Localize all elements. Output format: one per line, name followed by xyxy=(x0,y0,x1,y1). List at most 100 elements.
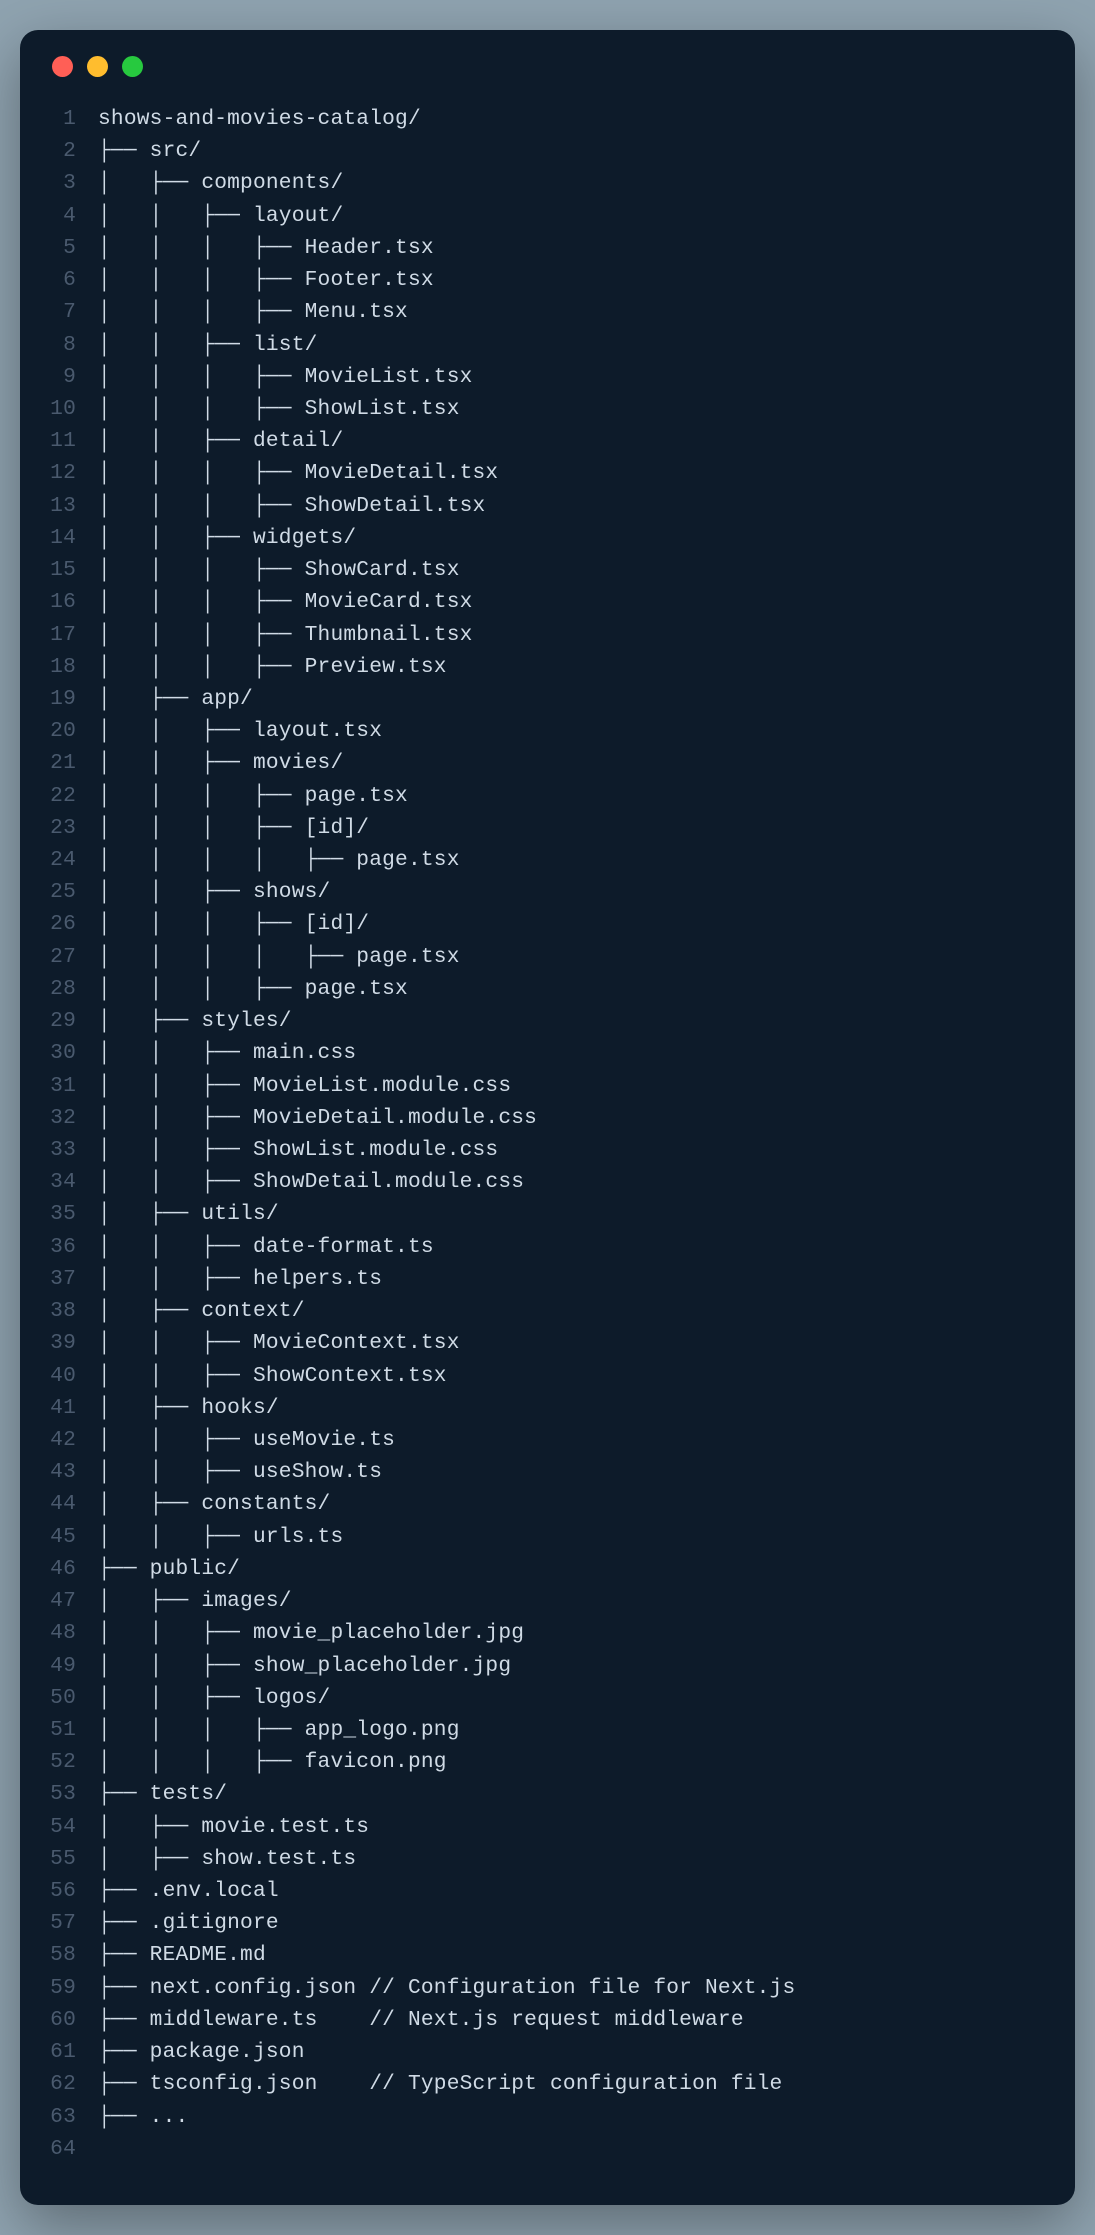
line-content: │ │ │ ├── ShowList.tsx xyxy=(98,393,460,425)
line-number: 47 xyxy=(44,1585,98,1617)
line-content: │ │ ├── list/ xyxy=(98,329,318,361)
line-content: │ │ │ ├── page.tsx xyxy=(98,973,408,1005)
line-number: 15 xyxy=(44,554,98,586)
line-content: │ ├── show.test.ts xyxy=(98,1843,356,1875)
line-number: 3 xyxy=(44,167,98,199)
line-content: ├── .gitignore xyxy=(98,1907,279,1939)
line-number: 9 xyxy=(44,361,98,393)
line-content: │ │ │ ├── page.tsx xyxy=(98,780,408,812)
line-number: 29 xyxy=(44,1005,98,1037)
line-content: │ ├── images/ xyxy=(98,1585,292,1617)
line-number: 32 xyxy=(44,1102,98,1134)
line-number: 57 xyxy=(44,1907,98,1939)
line-content: │ │ ├── main.css xyxy=(98,1037,356,1069)
line-content: │ │ ├── MovieList.module.css xyxy=(98,1070,511,1102)
code-line: 32│ │ ├── MovieDetail.module.css xyxy=(44,1102,1051,1134)
line-content: │ │ ├── ShowContext.tsx xyxy=(98,1360,447,1392)
code-line: 5│ │ │ ├── Header.tsx xyxy=(44,232,1051,264)
minimize-icon[interactable] xyxy=(87,56,108,77)
line-number: 52 xyxy=(44,1746,98,1778)
code-line: 24│ │ │ │ ├── page.tsx xyxy=(44,844,1051,876)
line-number: 30 xyxy=(44,1037,98,1069)
line-number: 43 xyxy=(44,1456,98,1488)
line-number: 23 xyxy=(44,812,98,844)
line-number: 31 xyxy=(44,1070,98,1102)
line-number: 59 xyxy=(44,1972,98,2004)
line-content: │ │ │ ├── ShowCard.tsx xyxy=(98,554,460,586)
code-line: 11│ │ ├── detail/ xyxy=(44,425,1051,457)
code-line: 17│ │ │ ├── Thumbnail.tsx xyxy=(44,619,1051,651)
line-content: ├── README.md xyxy=(98,1939,266,1971)
code-line: 7│ │ │ ├── Menu.tsx xyxy=(44,296,1051,328)
line-content: │ │ ├── useShow.ts xyxy=(98,1456,382,1488)
maximize-icon[interactable] xyxy=(122,56,143,77)
line-content: │ │ ├── shows/ xyxy=(98,876,330,908)
line-content: │ │ │ ├── Header.tsx xyxy=(98,232,434,264)
line-number: 64 xyxy=(44,2133,98,2165)
code-line: 30│ │ ├── main.css xyxy=(44,1037,1051,1069)
code-line: 62├── tsconfig.json // TypeScript config… xyxy=(44,2068,1051,2100)
code-line: 34│ │ ├── ShowDetail.module.css xyxy=(44,1166,1051,1198)
line-number: 1 xyxy=(44,103,98,135)
code-line: 6│ │ │ ├── Footer.tsx xyxy=(44,264,1051,296)
code-line: 19│ ├── app/ xyxy=(44,683,1051,715)
code-line: 18│ │ │ ├── Preview.tsx xyxy=(44,651,1051,683)
close-icon[interactable] xyxy=(52,56,73,77)
line-number: 62 xyxy=(44,2068,98,2100)
line-number: 36 xyxy=(44,1231,98,1263)
code-line: 51│ │ │ ├── app_logo.png xyxy=(44,1714,1051,1746)
line-content: │ ├── constants/ xyxy=(98,1488,330,1520)
code-line: 38│ ├── context/ xyxy=(44,1295,1051,1327)
line-content: │ │ │ │ ├── page.tsx xyxy=(98,844,460,876)
code-line: 37│ │ ├── helpers.ts xyxy=(44,1263,1051,1295)
line-number: 2 xyxy=(44,135,98,167)
line-content: │ │ ├── show_placeholder.jpg xyxy=(98,1650,511,1682)
line-number: 58 xyxy=(44,1939,98,1971)
code-line: 35│ ├── utils/ xyxy=(44,1198,1051,1230)
code-line: 53├── tests/ xyxy=(44,1778,1051,1810)
line-content: │ ├── styles/ xyxy=(98,1005,292,1037)
line-number: 37 xyxy=(44,1263,98,1295)
code-line: 1shows-and-movies-catalog/ xyxy=(44,103,1051,135)
line-number: 41 xyxy=(44,1392,98,1424)
line-content: │ ├── movie.test.ts xyxy=(98,1811,369,1843)
line-content: │ │ ├── ShowDetail.module.css xyxy=(98,1166,524,1198)
line-content: ├── middleware.ts // Next.js request mid… xyxy=(98,2004,744,2036)
line-content: │ │ │ ├── [id]/ xyxy=(98,812,369,844)
code-line: 15│ │ │ ├── ShowCard.tsx xyxy=(44,554,1051,586)
code-line: 48│ │ ├── movie_placeholder.jpg xyxy=(44,1617,1051,1649)
line-number: 20 xyxy=(44,715,98,747)
line-number: 19 xyxy=(44,683,98,715)
line-content: │ │ │ ├── MovieCard.tsx xyxy=(98,586,473,618)
line-content: │ │ ├── layout/ xyxy=(98,200,343,232)
code-line: 27│ │ │ │ ├── page.tsx xyxy=(44,941,1051,973)
code-line: 49│ │ ├── show_placeholder.jpg xyxy=(44,1650,1051,1682)
line-number: 11 xyxy=(44,425,98,457)
line-number: 54 xyxy=(44,1811,98,1843)
line-number: 50 xyxy=(44,1682,98,1714)
code-line: 16│ │ │ ├── MovieCard.tsx xyxy=(44,586,1051,618)
line-content: │ │ ├── useMovie.ts xyxy=(98,1424,395,1456)
line-content: │ ├── app/ xyxy=(98,683,253,715)
code-line: 41│ ├── hooks/ xyxy=(44,1392,1051,1424)
code-line: 46├── public/ xyxy=(44,1553,1051,1585)
line-number: 21 xyxy=(44,747,98,779)
terminal-window: 1shows-and-movies-catalog/2├── src/3│ ├─… xyxy=(20,30,1075,2205)
line-content: │ │ ├── ShowList.module.css xyxy=(98,1134,498,1166)
line-content: │ │ │ ├── Thumbnail.tsx xyxy=(98,619,473,651)
line-number: 18 xyxy=(44,651,98,683)
line-number: 33 xyxy=(44,1134,98,1166)
line-number: 53 xyxy=(44,1778,98,1810)
line-content: │ │ ├── layout.tsx xyxy=(98,715,382,747)
code-line: 40│ │ ├── ShowContext.tsx xyxy=(44,1360,1051,1392)
line-number: 8 xyxy=(44,329,98,361)
code-line: 26│ │ │ ├── [id]/ xyxy=(44,908,1051,940)
line-content: │ │ │ ├── Footer.tsx xyxy=(98,264,434,296)
code-line: 33│ │ ├── ShowList.module.css xyxy=(44,1134,1051,1166)
line-number: 28 xyxy=(44,973,98,1005)
line-content: │ │ ├── widgets/ xyxy=(98,522,356,554)
line-content: │ ├── utils/ xyxy=(98,1198,279,1230)
line-number: 17 xyxy=(44,619,98,651)
line-content: ├── tsconfig.json // TypeScript configur… xyxy=(98,2068,782,2100)
line-number: 35 xyxy=(44,1198,98,1230)
